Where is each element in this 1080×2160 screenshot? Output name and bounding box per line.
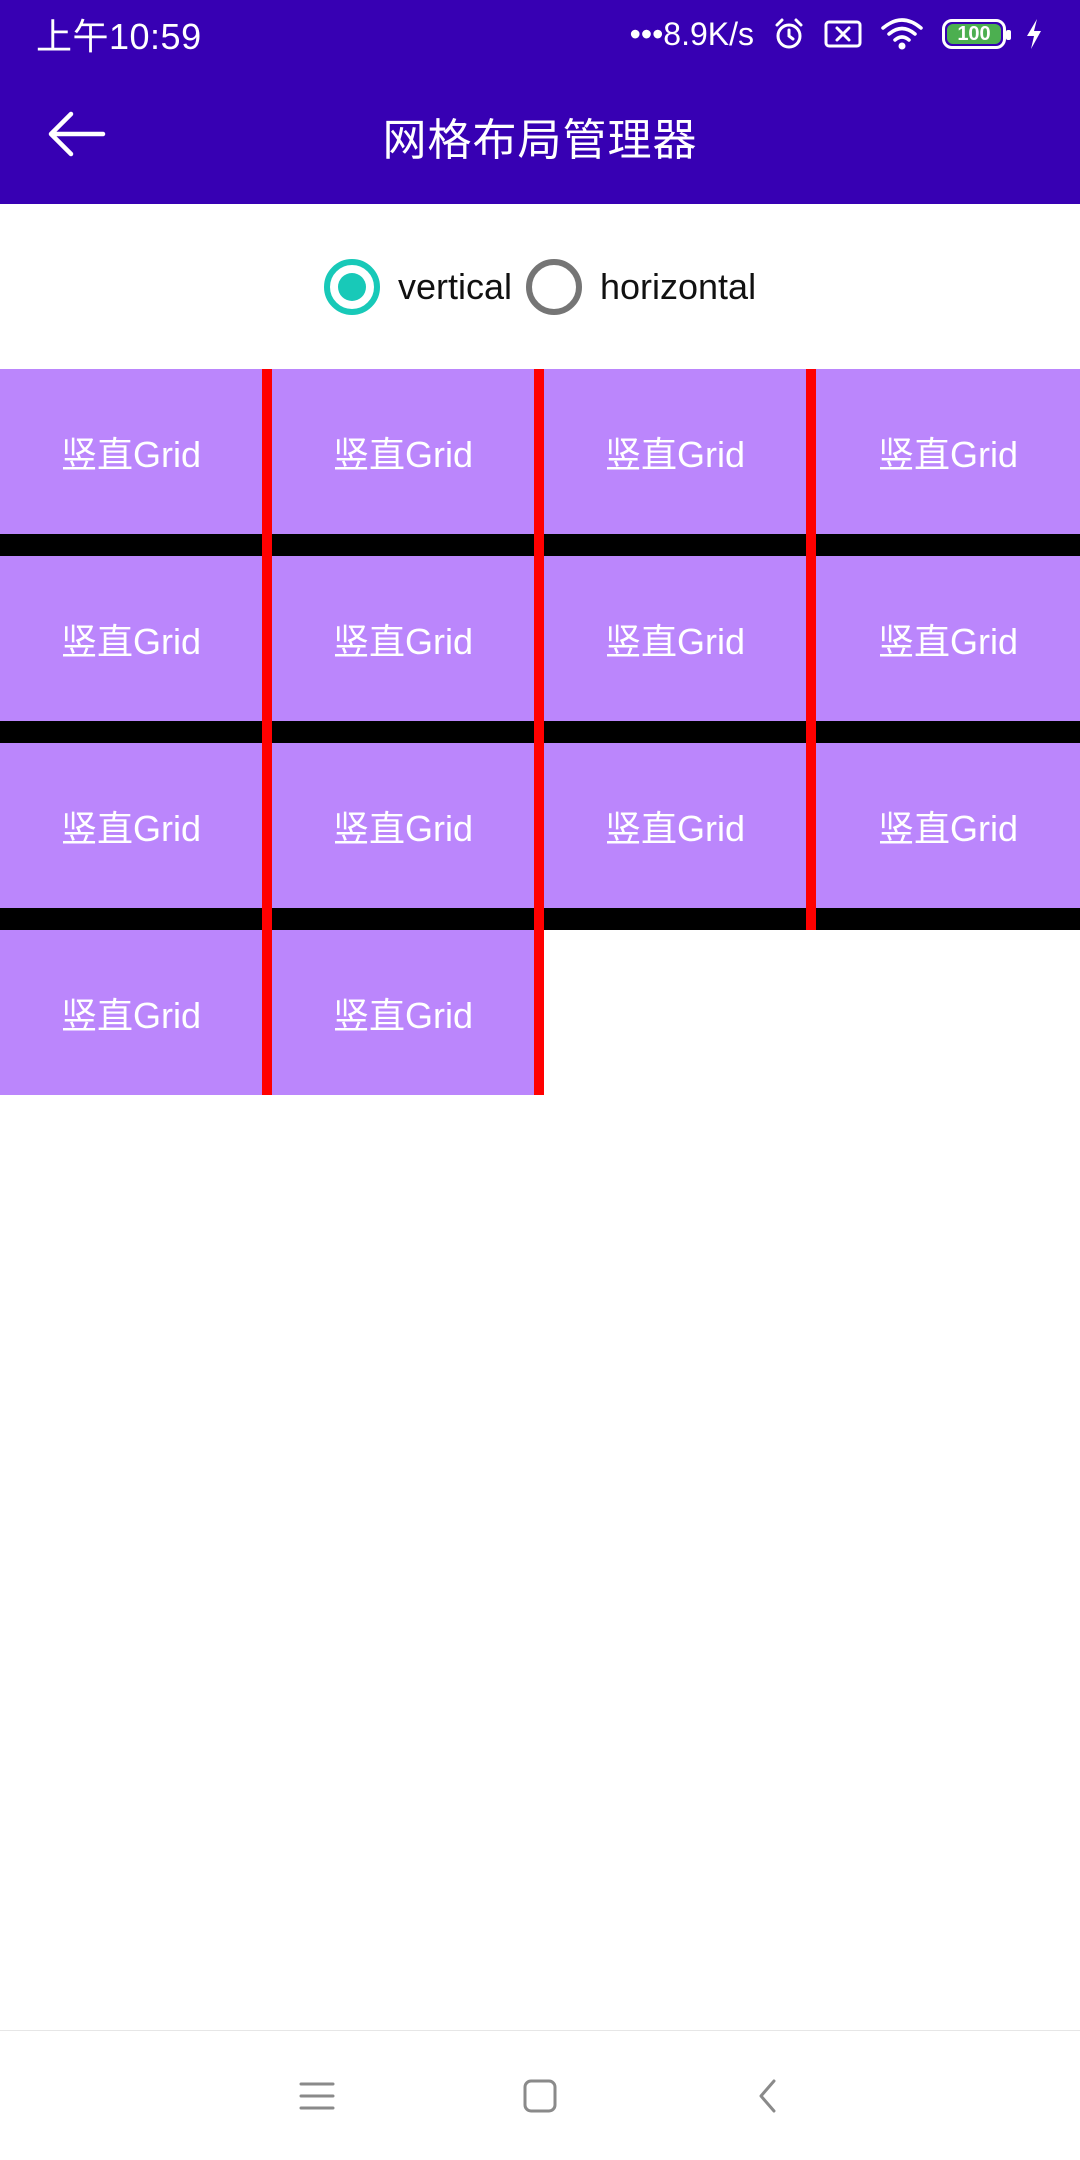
grid-item[interactable]: 竖直Grid (0, 556, 262, 721)
grid-item[interactable]: 竖直Grid (816, 369, 1080, 534)
sim-error-icon (824, 19, 862, 49)
grid-item[interactable]: 竖直Grid (544, 556, 806, 721)
grid-item[interactable]: 竖直Grid (272, 743, 534, 908)
navigation-bar (0, 2030, 1080, 2160)
grid-item[interactable]: 竖直Grid (272, 369, 534, 534)
grid-item[interactable]: 竖直Grid (0, 930, 262, 1095)
radio-checked-icon (323, 258, 380, 315)
orientation-radio-group: vertical horizontal (0, 204, 1080, 369)
wifi-icon (880, 17, 924, 51)
status-icons: •••8.9K/s 100 (630, 16, 1044, 53)
status-bar: 上午10:59 •••8.9K/s 100 (0, 0, 1080, 68)
column-divider (262, 369, 272, 1095)
radio-vertical-label: vertical (397, 265, 512, 307)
grid-item[interactable]: 竖直Grid (272, 556, 534, 721)
app-bar: 网格布局管理器 (0, 68, 1080, 204)
menu-icon[interactable] (282, 2061, 352, 2131)
status-time: 上午10:59 (36, 16, 202, 57)
battery-icon: 100 (942, 19, 1011, 49)
grid-item[interactable]: 竖直Grid (544, 743, 806, 908)
grid-item[interactable]: 竖直Grid (816, 743, 1080, 908)
grid-recycler-view[interactable]: 竖直Grid 竖直Grid 竖直Grid 竖直Grid 竖直Grid 竖直Grid 竖直Gr… (0, 369, 1080, 1095)
back-icon[interactable] (733, 2061, 803, 2131)
page-title: 网格布局管理器 (382, 116, 698, 165)
grid-item[interactable]: 竖直Grid (272, 930, 534, 1095)
radio-unchecked-icon (525, 258, 582, 315)
radio-horizontal-label: horizontal (599, 265, 757, 307)
grid-item[interactable]: 竖直Grid (0, 743, 262, 908)
grid-item[interactable]: 竖直Grid (544, 369, 806, 534)
charging-icon (1024, 18, 1044, 50)
radio-horizontal[interactable]: horizontal (525, 258, 757, 315)
battery-level: 100 (957, 22, 991, 45)
grid-item[interactable]: 竖直Grid (0, 369, 262, 534)
home-icon[interactable] (505, 2061, 575, 2131)
grid-item[interactable]: 竖直Grid (816, 556, 1080, 721)
column-divider (534, 369, 544, 1095)
alarm-icon (772, 17, 806, 51)
network-speed: •••8.9K/s (629, 15, 754, 52)
column-divider (806, 369, 816, 930)
radio-vertical[interactable]: vertical (323, 258, 512, 315)
